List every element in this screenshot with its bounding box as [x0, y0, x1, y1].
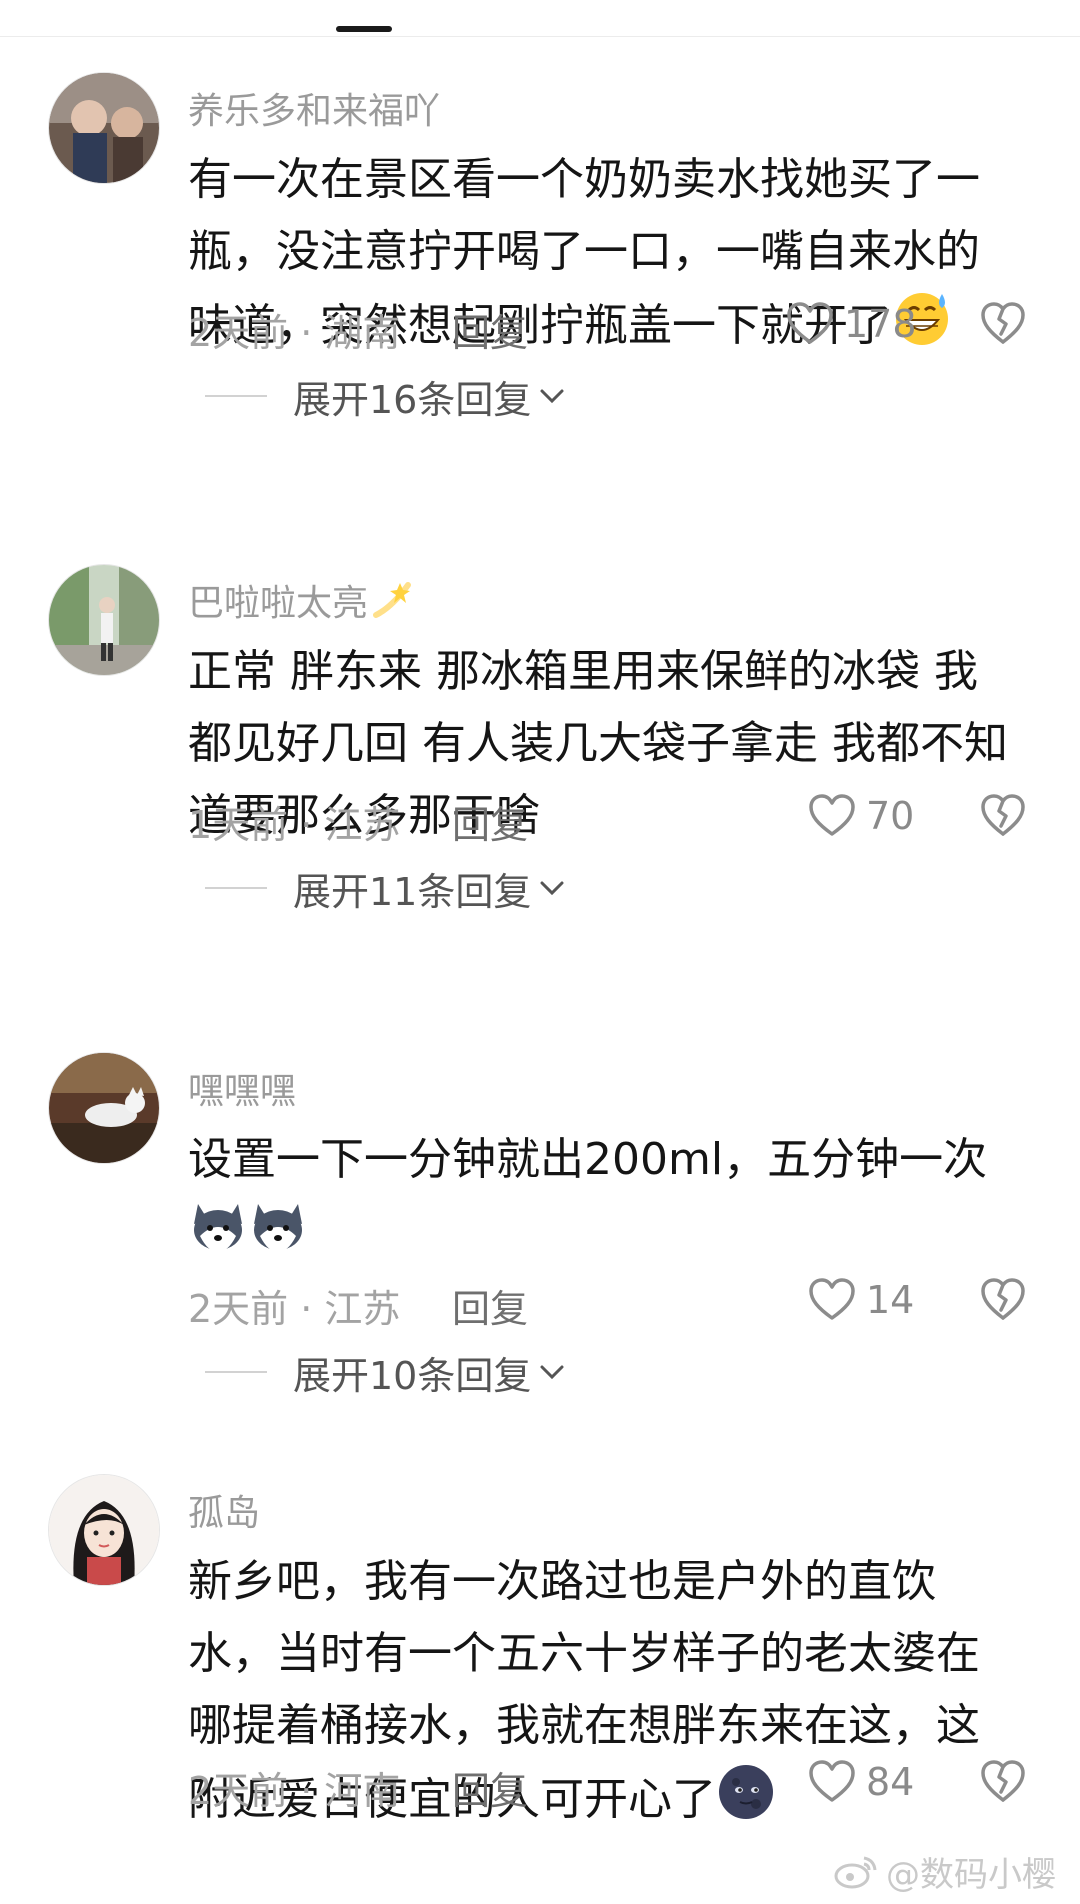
- broken-heart-icon: [981, 1278, 1025, 1320]
- comment-text: 设置一下一分钟就出200ml，五分钟一次: [188, 1124, 1008, 1270]
- avatar[interactable]: [48, 1474, 160, 1586]
- comment-meta: 2天前 · 江苏: [188, 1287, 401, 1331]
- like-count: 70: [866, 794, 915, 838]
- broken-heart-icon: [981, 794, 1025, 836]
- expand-replies[interactable]: 展开16条回复: [205, 372, 565, 422]
- like-button[interactable]: 70: [808, 792, 914, 840]
- expand-replies[interactable]: 展开11条回复: [205, 864, 565, 914]
- avatar-photo-icon: [49, 73, 159, 183]
- drag-handle[interactable]: [336, 26, 392, 32]
- reply-button[interactable]: 回复: [452, 1760, 528, 1815]
- expand-replies-label: 展开11条回复: [293, 869, 532, 914]
- like-button[interactable]: 178: [786, 300, 917, 348]
- reply-button[interactable]: 回复: [452, 794, 528, 849]
- sparkle-emoji-icon: [373, 582, 412, 618]
- broken-heart-icon: [981, 302, 1025, 344]
- expand-replies[interactable]: 展开10条回复: [205, 1348, 565, 1398]
- dislike-button[interactable]: [980, 794, 1026, 838]
- heart-icon: [809, 794, 855, 836]
- avatar-photo-icon: [49, 565, 159, 675]
- husky-dog-emoji-icon: [188, 1196, 248, 1256]
- dislike-button[interactable]: [980, 302, 1026, 346]
- heart-icon: [809, 1760, 855, 1802]
- like-count: 178: [844, 302, 917, 346]
- divider: [0, 36, 1080, 37]
- reply-button[interactable]: 回复: [452, 302, 528, 357]
- like-count: 84: [866, 1760, 915, 1804]
- chevron-down-icon: [540, 389, 564, 404]
- expand-divider: [205, 887, 267, 889]
- expand-divider: [205, 395, 267, 397]
- avatar[interactable]: [48, 1052, 160, 1164]
- like-count: 14: [866, 1278, 915, 1322]
- avatar[interactable]: [48, 564, 160, 676]
- chevron-down-icon: [540, 1365, 564, 1380]
- new-moon-face-emoji-icon: [716, 1762, 776, 1822]
- username[interactable]: 孤岛: [188, 1484, 260, 1536]
- dislike-button[interactable]: [980, 1278, 1026, 1322]
- reply-button[interactable]: 回复: [452, 1278, 528, 1333]
- broken-heart-icon: [981, 1760, 1025, 1802]
- avatar[interactable]: [48, 72, 160, 184]
- expand-divider: [205, 1371, 267, 1373]
- heart-icon: [787, 302, 833, 344]
- comment-meta: 2天前 · 湖南: [188, 311, 401, 355]
- avatar-photo-icon: [49, 1475, 159, 1585]
- comment-meta: 1天前 · 江苏: [188, 803, 401, 847]
- watermark: @数码小樱: [834, 1847, 1056, 1896]
- expand-replies-label: 展开10条回复: [293, 1353, 532, 1398]
- chevron-down-icon: [540, 881, 564, 896]
- weibo-logo-icon: [834, 1856, 877, 1888]
- username[interactable]: 嘿嘿嘿: [188, 1062, 296, 1114]
- like-button[interactable]: 84: [808, 1758, 914, 1806]
- heart-icon: [809, 1278, 855, 1320]
- watermark-text: @数码小樱: [886, 1855, 1056, 1895]
- avatar-photo-icon: [49, 1053, 159, 1163]
- username[interactable]: 巴啦啦太亮: [188, 574, 414, 626]
- dislike-button[interactable]: [980, 1760, 1026, 1804]
- expand-replies-label: 展开16条回复: [293, 377, 532, 422]
- username[interactable]: 养乐多和来福吖: [188, 82, 440, 134]
- husky-dog-emoji-icon: [248, 1196, 308, 1256]
- comment-meta: 2天前 · 河南: [188, 1769, 401, 1813]
- like-button[interactable]: 14: [808, 1276, 914, 1324]
